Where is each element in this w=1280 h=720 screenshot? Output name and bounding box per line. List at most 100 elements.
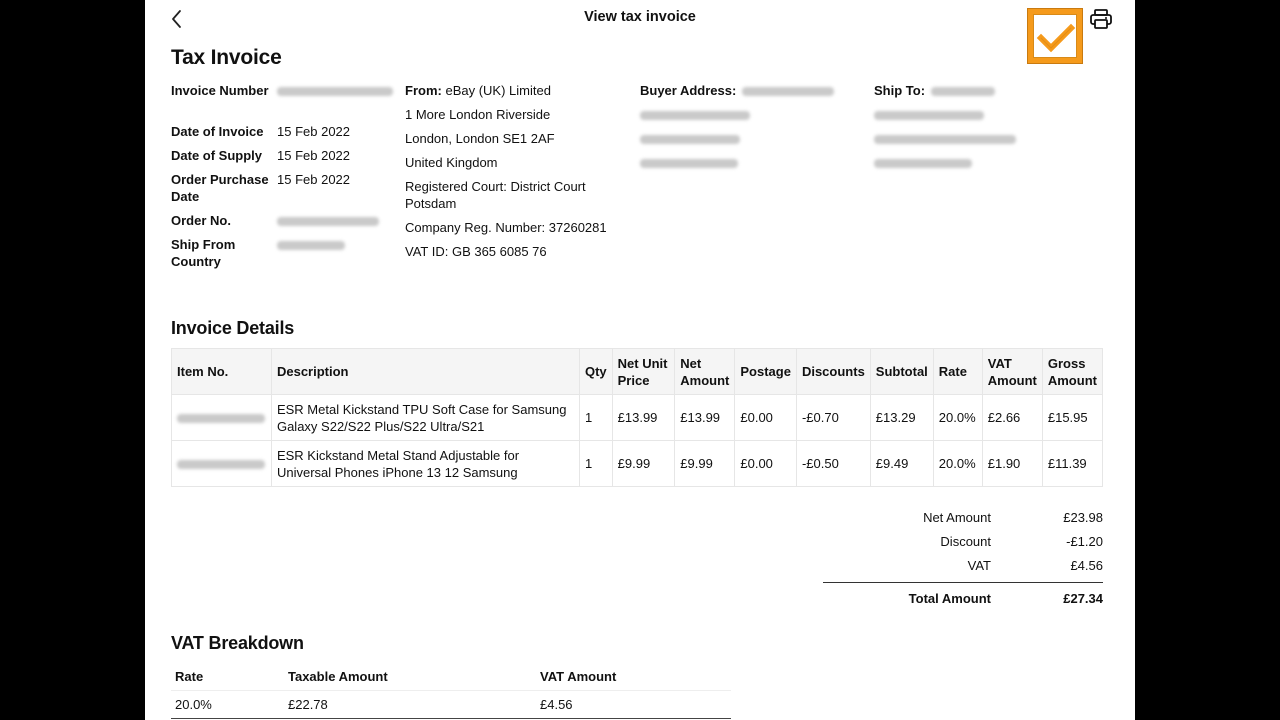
- field-label: Date of Invoice: [171, 124, 264, 139]
- item-gross-amount: £15.95: [1041, 394, 1104, 441]
- item-qty: 1: [578, 394, 613, 441]
- item-number-blurred: [171, 394, 272, 441]
- net-amount-value: £23.98: [1063, 510, 1103, 525]
- vat-breakdown-title: VAT Breakdown: [171, 633, 304, 653]
- vat-amount: £4.56: [536, 690, 731, 719]
- from-label: From:: [405, 83, 442, 98]
- ship-to-header: Ship To:: [874, 82, 995, 99]
- seller-company-reg: Company Reg. Number: 37260281: [405, 220, 607, 235]
- field-value-blurred: [277, 82, 393, 99]
- column-header: Postage: [734, 348, 797, 395]
- column-header: Item No.: [171, 348, 272, 395]
- item-vat-amount: £1.90: [981, 440, 1043, 487]
- item-gross-amount: £11.39: [1041, 440, 1104, 487]
- buyer-address-header: Buyer Address:: [640, 82, 834, 99]
- buyer-address-line-blurred: [640, 154, 738, 171]
- vat-label: VAT: [967, 558, 991, 573]
- net-amount-row: Net Amount £23.98: [823, 508, 1103, 532]
- totals-summary: Net Amount £23.98 Discount -£1.20 VAT £4…: [823, 508, 1103, 613]
- column-header: Net Amount: [674, 348, 736, 395]
- print-button[interactable]: [1089, 8, 1113, 30]
- vat-taxable-amount: £22.78: [284, 690, 536, 719]
- column-header: VAT Amount: [536, 664, 731, 691]
- field-label: Ship From Country: [171, 237, 236, 269]
- buyer-address-line-blurred: [640, 106, 750, 123]
- invoice-details-title: Invoice Details: [171, 318, 295, 338]
- ship-to-line-blurred: [874, 106, 984, 123]
- item-net-unit-price: £13.99: [611, 394, 676, 441]
- buyer-address-line-blurred: [640, 130, 740, 147]
- vat-rate: 20.0%: [171, 690, 284, 719]
- vat-header-row: Rate Taxable Amount VAT Amount: [171, 664, 731, 691]
- seller-vat-id: VAT ID: GB 365 6085 76: [405, 244, 547, 259]
- column-header: Subtotal: [869, 348, 934, 395]
- field-value: 15 Feb 2022: [277, 172, 351, 187]
- ship-to-line-blurred: [874, 130, 1016, 147]
- vat-value: £4.56: [1070, 558, 1103, 573]
- item-rate: 20.0%: [932, 440, 983, 487]
- field-label: Order Purchase Date: [171, 172, 269, 204]
- field-value: 15 Feb 2022: [277, 148, 351, 163]
- column-header: Taxable Amount: [284, 664, 536, 691]
- field-value-blurred: [277, 212, 379, 229]
- seller-company: eBay (UK) Limited: [445, 83, 551, 98]
- ship-to-line-blurred: [874, 154, 972, 171]
- item-subtotal: £13.29: [869, 394, 934, 441]
- table-header-row: Item No. Description Qty Net Unit Price …: [171, 348, 1104, 395]
- discount-row: Discount -£1.20: [823, 532, 1103, 556]
- seller-name: From: eBay (UK) Limited: [405, 82, 551, 99]
- item-qty: 1: [578, 440, 613, 487]
- discount-label: Discount: [940, 534, 991, 549]
- vat-row: VAT £4.56: [823, 556, 1103, 580]
- checkbox-checked-icon[interactable]: [1027, 8, 1083, 64]
- column-header: Description: [270, 348, 580, 395]
- column-header: Discounts: [795, 348, 871, 395]
- item-number-blurred: [171, 440, 272, 487]
- item-subtotal: £9.49: [869, 440, 934, 487]
- total-amount-row: Total Amount £27.34: [823, 589, 1103, 613]
- column-header: Gross Amount: [1041, 348, 1104, 395]
- field-label: Order No.: [171, 213, 231, 228]
- page-header-title: View tax invoice: [584, 9, 696, 25]
- net-amount-label: Net Amount: [923, 510, 991, 525]
- buyer-name-blurred: [741, 87, 834, 97]
- column-header: Rate: [171, 664, 284, 691]
- ship-to-name-blurred: [930, 87, 995, 97]
- invoice-items-table: Item No. Description Qty Net Unit Price …: [171, 348, 1104, 487]
- total-amount-label: Total Amount: [908, 591, 991, 606]
- field-label: Invoice Number: [171, 83, 269, 98]
- field-value-blurred: [277, 236, 345, 253]
- vat-row: 20.0% £22.78 £4.56: [171, 690, 731, 719]
- item-postage: £0.00: [734, 394, 797, 441]
- seller-address-line: 1 More London Riverside: [405, 107, 551, 122]
- item-description: ESR Metal Kickstand TPU Soft Case for Sa…: [270, 394, 580, 441]
- item-vat-amount: £2.66: [981, 394, 1043, 441]
- vat-breakdown-table: Rate Taxable Amount VAT Amount 20.0% £22…: [171, 664, 731, 719]
- table-row: ESR Metal Kickstand TPU Soft Case for Sa…: [171, 394, 1104, 441]
- totals-divider: [823, 582, 1103, 583]
- column-header: Net Unit Price: [611, 348, 676, 395]
- seller-address-line: United Kingdom: [405, 155, 498, 170]
- seller-address-line: London, London SE1 2AF: [405, 131, 555, 146]
- printer-icon: [1090, 9, 1112, 29]
- field-value: 15 Feb 2022: [277, 124, 351, 139]
- item-description: ESR Kickstand Metal Stand Adjustable for…: [270, 440, 580, 487]
- item-net-unit-price: £9.99: [611, 440, 676, 487]
- field-label: Date of Supply: [171, 148, 263, 163]
- seller-registered-court: Registered Court: District Court Potsdam: [405, 179, 586, 211]
- column-header: Rate: [932, 348, 983, 395]
- invoice-title: Tax Invoice: [171, 46, 282, 69]
- discount-value: -£1.20: [1066, 534, 1103, 549]
- item-net-amount: £9.99: [674, 440, 736, 487]
- column-header: Qty: [578, 348, 613, 395]
- item-discounts: -£0.70: [795, 394, 871, 441]
- item-postage: £0.00: [734, 440, 797, 487]
- total-amount-value: £27.34: [1063, 591, 1103, 606]
- ship-to-label: Ship To:: [874, 83, 926, 98]
- item-rate: 20.0%: [932, 394, 983, 441]
- item-discounts: -£0.50: [795, 440, 871, 487]
- table-row: ESR Kickstand Metal Stand Adjustable for…: [171, 440, 1104, 487]
- item-net-amount: £13.99: [674, 394, 736, 441]
- column-header: VAT Amount: [981, 348, 1043, 395]
- invoice-page: View tax invoice Tax Invoice Invoice Num…: [145, 0, 1135, 720]
